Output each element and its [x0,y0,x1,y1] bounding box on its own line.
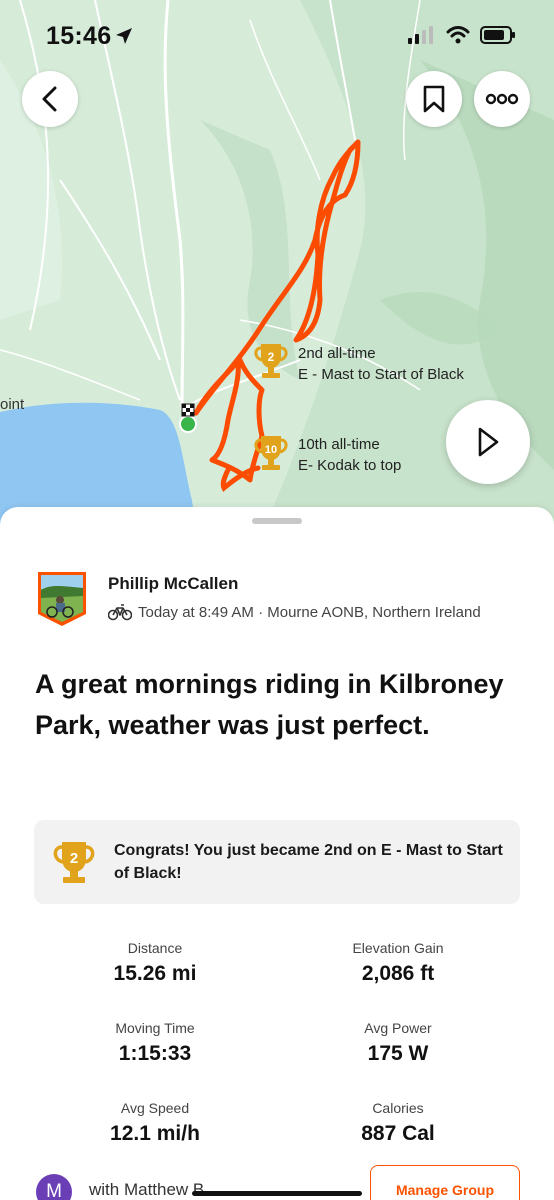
chevron-left-icon [42,86,57,112]
activity-meta: Today at 8:49 AM · Mourne AONB, Northern… [108,603,481,621]
bookmark-icon [423,85,445,113]
wifi-icon [446,26,470,44]
segment-rank: 10th all-time [298,436,380,453]
back-button[interactable] [22,71,78,127]
group-with-text[interactable]: with Matthew B [89,1180,204,1200]
status-icons [408,26,516,44]
activity-meta-text: Today at 8:49 AM · Mourne AONB, Northern… [138,603,481,621]
trophy-icon[interactable]: 10 [252,432,290,474]
segment-rank-badge: 2 [268,350,275,364]
more-options-button[interactable] [474,71,530,127]
achievement-text: Congrats! You just became 2nd on E - Mas… [114,842,503,882]
stat-value: 12.1 mi/h [110,1122,200,1145]
trophy-icon[interactable]: 2 [252,340,290,382]
athlete-name[interactable]: Phillip McCallen [108,574,238,594]
segment-name: E- Kodak to top [298,457,402,474]
athlete-avatar[interactable] [36,570,88,628]
stat-value: 1:15:33 [118,1042,192,1065]
stat-label: Distance [127,940,183,956]
stat-avg-power: Avg Power 175 W [278,1020,518,1066]
group-member-avatar[interactable]: M [36,1174,72,1200]
stat-avg-speed: Avg Speed 12.1 mi/h [35,1100,275,1146]
stat-label: Elevation Gain [352,940,444,956]
segment-rank: 2nd all-time [298,345,376,362]
sheet-grabber[interactable] [252,518,302,524]
segment-name: E - Mast to Start of Black [298,366,464,383]
flyover-play-button[interactable] [446,400,530,484]
stat-elevation-gain: Elevation Gain 2,086 ft [278,940,518,986]
home-indicator [192,1191,362,1196]
stat-value: 175 W [367,1042,429,1065]
bike-icon [108,604,132,621]
segment-rank-badge: 10 [265,444,277,456]
stat-distance: Distance 15.26 mi [35,940,275,986]
status-time: 15:46 [46,22,112,50]
signal-icon [408,26,433,44]
segment-label[interactable]: 2nd all-time E - Mast to Start of Black [298,343,464,385]
battery-icon [480,26,515,44]
stat-label: Avg Power [364,1020,432,1036]
activity-sheet[interactable]: Phillip McCallen Today at 8:49 AM · Mour… [0,507,554,1200]
segment-label[interactable]: 10th all-time E- Kodak to top [298,434,401,476]
trophy-icon: 2 [53,842,95,883]
location-arrow-icon [116,28,132,44]
stat-label: Calories [372,1100,424,1116]
activity-title: A great mornings riding in Kilbroney Par… [35,669,504,740]
achievement-badge: 2 [70,850,78,867]
stat-value: 2,086 ft [361,962,435,985]
stat-moving-time: Moving Time 1:15:33 [35,1020,275,1066]
manage-group-button[interactable]: Manage Group [370,1165,520,1200]
stat-value: 887 Cal [361,1122,435,1145]
bookmark-button[interactable] [406,71,462,127]
map-place-label: oint [0,396,25,413]
stat-value: 15.26 mi [113,962,197,985]
stat-calories: Calories 887 Cal [278,1100,518,1146]
more-icon [485,93,519,105]
play-icon [478,427,499,457]
stat-label: Avg Speed [120,1100,190,1116]
achievement-banner[interactable]: 2 Congrats! You just became 2nd on E - M… [34,820,520,904]
status-bar: 15:46 [0,0,554,70]
stat-label: Moving Time [115,1020,195,1036]
